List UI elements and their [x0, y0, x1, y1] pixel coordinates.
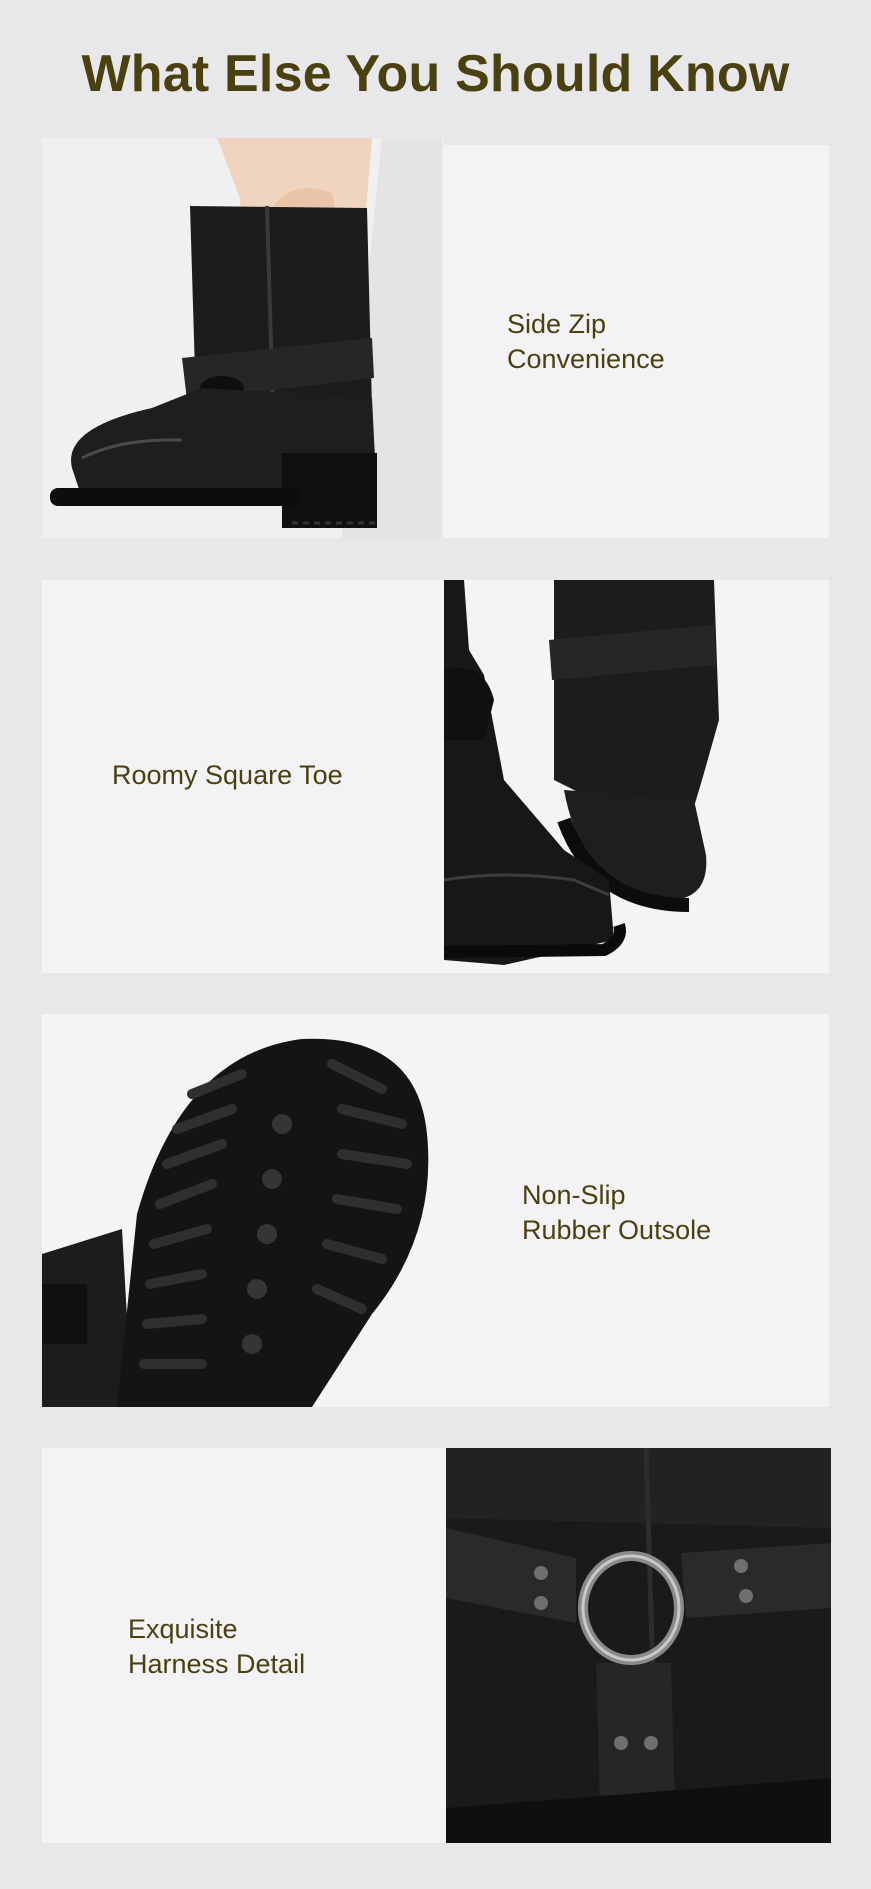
harness-photo — [446, 1448, 831, 1843]
rubber-outsole-photo-icon — [42, 1014, 444, 1407]
square-toe-label: Roomy Square Toe — [112, 758, 343, 793]
side-zip-label: Side Zip Convenience — [507, 307, 665, 377]
harness-panel: Exquisite Harness Detail — [42, 1448, 446, 1843]
square-toe-boots-photo-icon — [444, 580, 829, 973]
boot-side-zip-photo-icon — [42, 138, 444, 538]
label-line: Non-Slip — [522, 1180, 626, 1210]
label-line: Harness Detail — [128, 1649, 306, 1679]
page-title: What Else You Should Know — [81, 45, 790, 103]
label-line: Exquisite — [128, 1614, 238, 1644]
label-line: Rubber Outsole — [522, 1215, 712, 1245]
square-toe-photo — [444, 580, 829, 973]
square-toe-panel: Roomy Square Toe — [42, 580, 444, 973]
outsole-photo — [42, 1014, 444, 1407]
label-line: Convenience — [507, 344, 665, 374]
label-line: Roomy Square Toe — [112, 760, 343, 790]
side-zip-panel: Side Zip Convenience — [444, 145, 829, 538]
outsole-panel: Non-Slip Rubber Outsole — [444, 1014, 829, 1407]
side-zip-photo — [42, 138, 444, 538]
outsole-label: Non-Slip Rubber Outsole — [522, 1178, 711, 1248]
label-line: Side Zip — [507, 309, 607, 339]
harness-detail-photo-icon — [446, 1448, 831, 1843]
harness-label: Exquisite Harness Detail — [128, 1612, 305, 1682]
